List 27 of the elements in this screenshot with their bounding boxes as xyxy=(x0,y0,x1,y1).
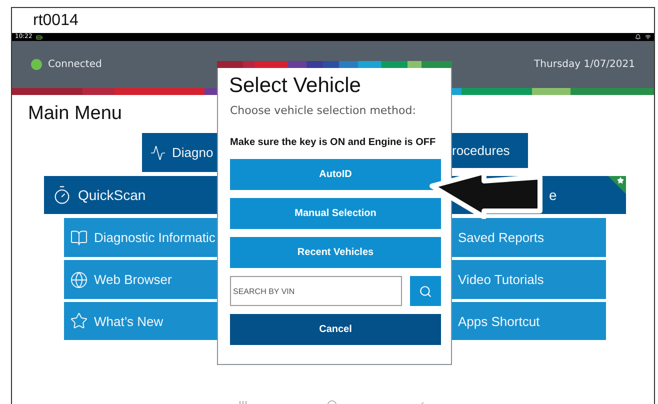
star-icon xyxy=(617,177,624,184)
vin-search-field[interactable]: SEARCH BY VIN xyxy=(230,276,402,306)
star-icon xyxy=(70,312,88,330)
cancel-button[interactable]: Cancel xyxy=(230,314,441,345)
connection-label: Connected xyxy=(48,59,102,70)
notification-icon xyxy=(635,34,641,40)
option-button[interactable]: AutoID xyxy=(230,159,441,190)
menu-tile[interactable]: Saved Reports xyxy=(452,218,606,257)
book-icon xyxy=(70,228,88,246)
menu-tile[interactable]: Video Tutorials xyxy=(452,260,606,299)
wifi-icon xyxy=(645,34,651,40)
battery-icon xyxy=(36,34,44,40)
menu-tile[interactable]: rocedures xyxy=(452,133,528,168)
window-title: rt0014 xyxy=(33,12,78,30)
option-button[interactable]: Recent Vehicles xyxy=(230,237,441,268)
option-button[interactable]: Manual Selection xyxy=(230,198,441,229)
dialog-notice: Make sure the key is ON and Engine is OFF xyxy=(229,136,437,150)
dialog-subtitle: Choose vehicle selection method: xyxy=(229,103,417,119)
stopwatch-icon xyxy=(52,185,72,205)
search-button[interactable] xyxy=(410,276,441,306)
menu-tile[interactable]: Apps Shortcut xyxy=(452,302,606,340)
search-icon xyxy=(419,284,432,298)
date-label: Thursday 1/07/2021 xyxy=(534,59,635,70)
globe-icon xyxy=(70,270,88,288)
dialog-title: Select Vehicle xyxy=(228,73,362,99)
waveform-icon xyxy=(150,144,166,160)
main-menu-title: Main Menu xyxy=(28,103,122,125)
